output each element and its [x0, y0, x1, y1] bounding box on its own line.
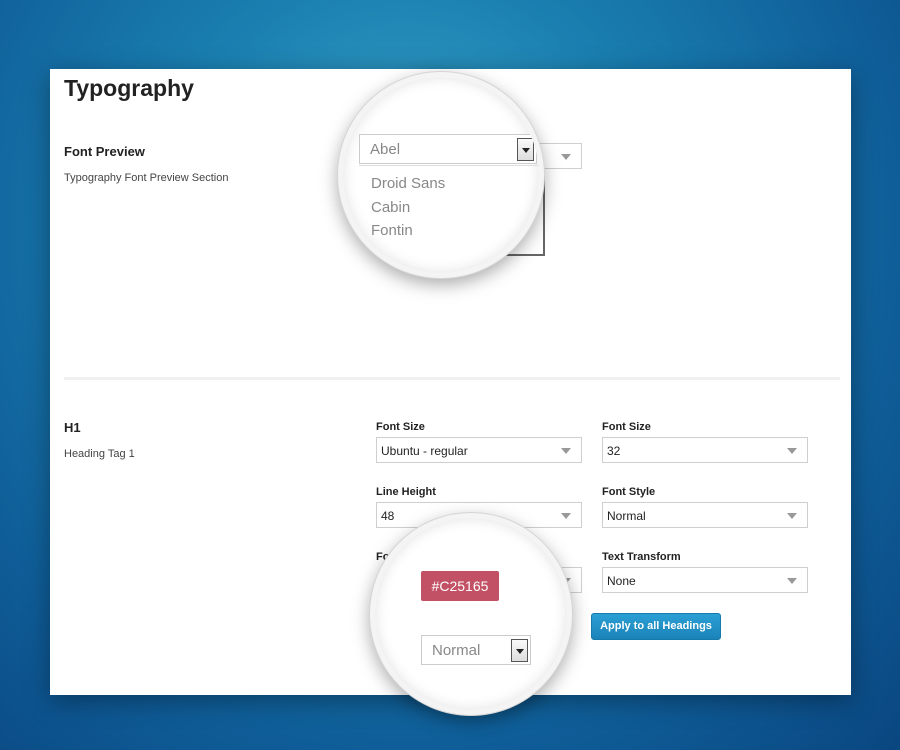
font-color-swatch[interactable]: #C25165	[421, 571, 499, 601]
font-style-label: Font Style	[602, 486, 656, 498]
text-transform-label: Text Transform	[602, 551, 681, 563]
font-family-value: Ubuntu - regular	[381, 444, 468, 458]
text-transform-select[interactable]: None	[602, 567, 808, 593]
page-title: Typography	[64, 75, 194, 101]
font-option[interactable]: Cabin	[371, 199, 410, 216]
font-size-label: Font Size	[602, 421, 651, 433]
chevron-down-icon	[787, 578, 797, 584]
font-style-value: Normal	[607, 509, 646, 523]
chevron-down-icon	[561, 154, 571, 160]
line-height-value: 48	[381, 509, 395, 523]
chevron-down-icon	[561, 513, 571, 519]
text-transform-value: None	[607, 574, 636, 588]
magnifier-color-weight: #C25165 Normal	[370, 513, 572, 715]
font-preview-title: Font Preview	[64, 144, 145, 159]
apply-to-all-headings-button[interactable]: Apply to all Headings	[591, 613, 721, 640]
font-weight-value: Normal	[432, 642, 481, 659]
h1-title: H1	[64, 420, 81, 435]
dropdown-separator	[359, 165, 539, 166]
font-dropdown-select[interactable]: Abel	[359, 134, 537, 164]
font-family-label: Font Size	[376, 421, 425, 433]
font-family-select[interactable]: Ubuntu - regular	[376, 437, 582, 463]
font-size-select[interactable]: 32	[602, 437, 808, 463]
line-height-label: Line Height	[376, 486, 436, 498]
font-size-value: 32	[607, 444, 621, 458]
font-dropdown-value: Abel	[370, 141, 401, 158]
font-style-select[interactable]: Normal	[602, 502, 808, 528]
font-preview-description: Typography Font Preview Section	[64, 172, 229, 184]
chevron-down-icon	[787, 448, 797, 454]
chevron-down-icon	[561, 448, 571, 454]
font-weight-select[interactable]: Normal	[421, 635, 531, 665]
dropdown-arrow-icon[interactable]	[511, 639, 528, 662]
font-option[interactable]: Fontin	[371, 222, 413, 239]
magnifier-font-dropdown: Abel Droid Sans Cabin Fontin	[338, 72, 544, 278]
section-divider	[64, 377, 840, 380]
h1-description: Heading Tag 1	[64, 448, 135, 460]
chevron-down-icon	[787, 513, 797, 519]
dropdown-arrow-icon[interactable]	[517, 138, 534, 161]
font-option[interactable]: Droid Sans	[371, 175, 445, 192]
